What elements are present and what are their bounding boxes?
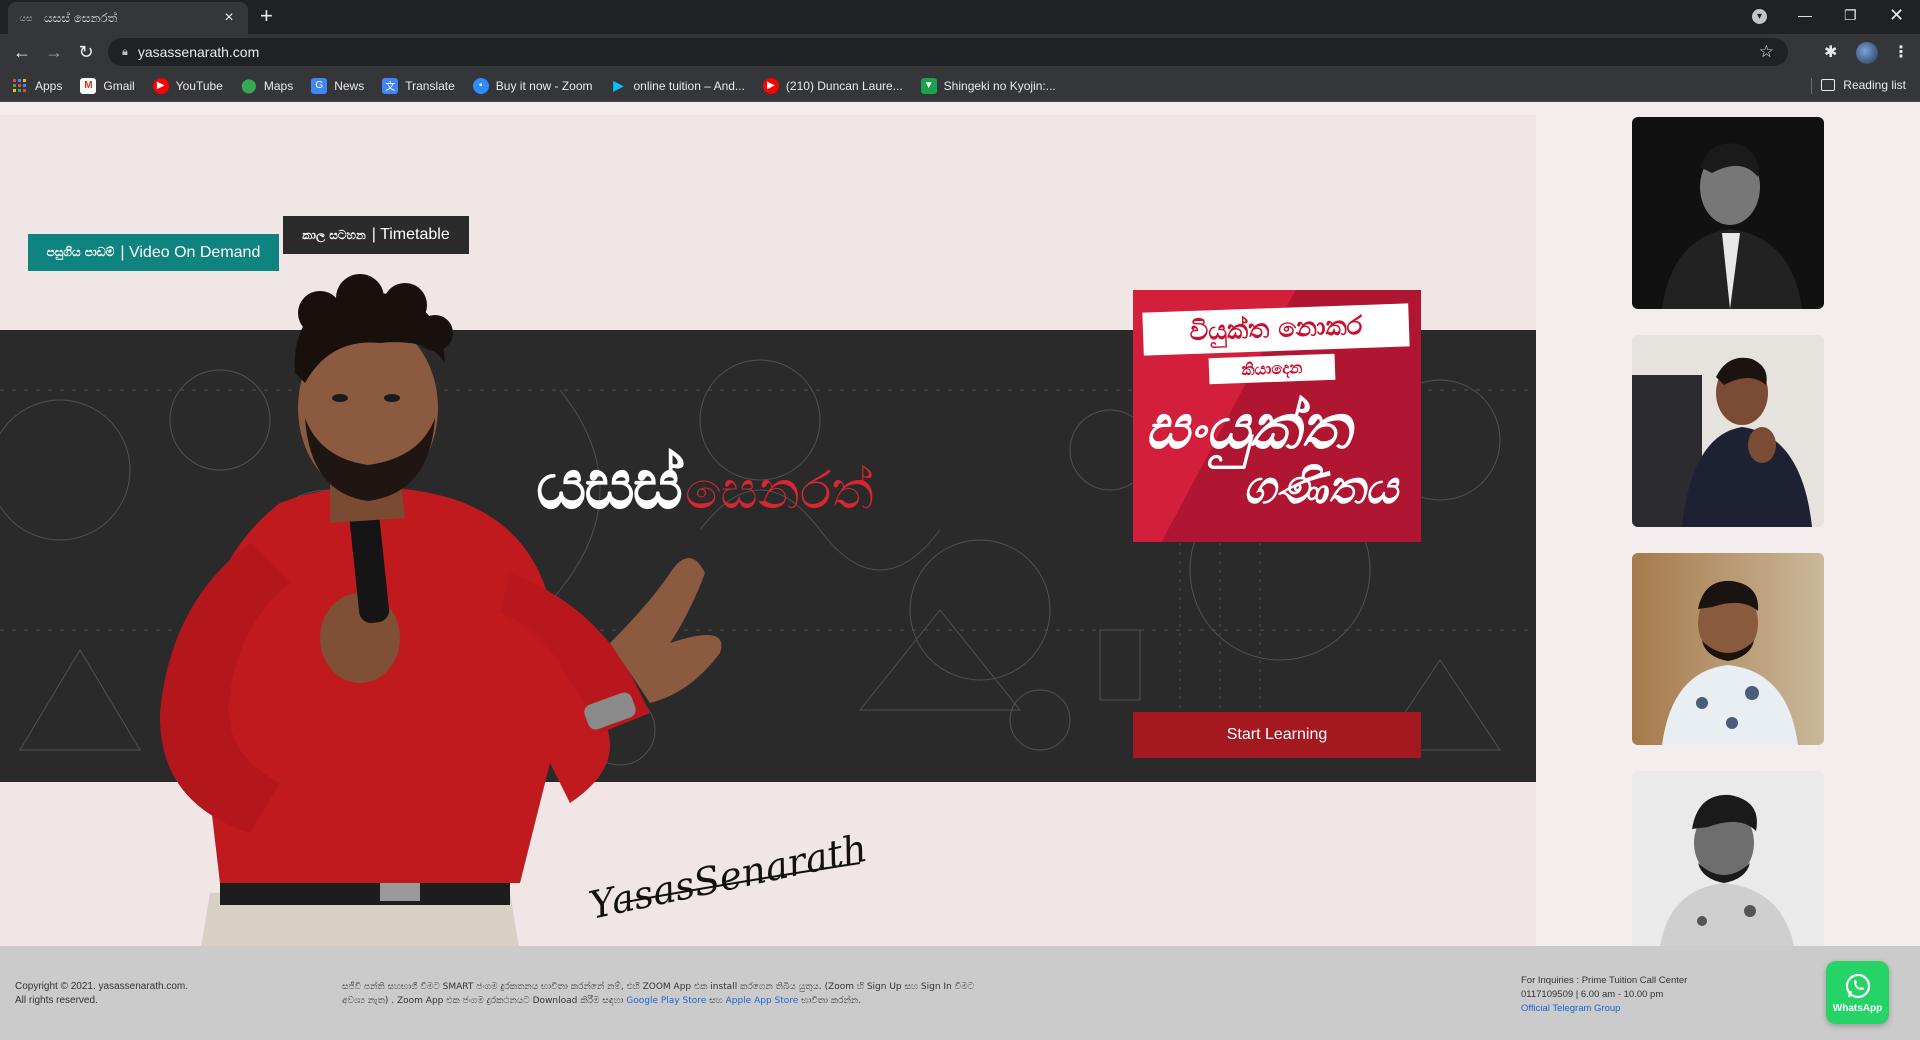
whatsapp-label: WhatsApp (1832, 1002, 1883, 1014)
reload-icon[interactable]: ↻ (74, 40, 98, 64)
google-translate-icon: 文 (382, 77, 399, 94)
google-play-store-link[interactable]: Google Play Store (626, 996, 706, 1006)
profile-avatar[interactable] (1856, 42, 1878, 64)
promo-banner: වියුක්ත නොකර කියාදෙන සංයුක්ත ගණිතය (1133, 290, 1421, 542)
forward-arrow-icon[interactable]: → (42, 40, 66, 64)
anime-site-icon: ▼ (920, 77, 937, 94)
bookmark-youtube[interactable]: ▶ YouTube (152, 77, 223, 94)
back-arrow-icon[interactable]: ← (10, 40, 34, 64)
close-tab-icon[interactable]: × (220, 9, 238, 27)
bookmark-shingeki[interactable]: ▼ Shingeki no Kyojin:... (920, 77, 1056, 94)
apps-grid-icon (12, 78, 28, 94)
whatsapp-button[interactable]: WhatsApp (1826, 961, 1889, 1024)
signature-image: YasasSenarath (585, 826, 871, 923)
apple-app-store-link[interactable]: Apple App Store (726, 996, 799, 1006)
new-tab-button[interactable]: + (260, 5, 273, 27)
site-favicon-icon: යස (19, 12, 33, 23)
side-photo-3 (1632, 553, 1824, 745)
bookmark-online-tuition[interactable]: ▶ online tuition – And... (611, 77, 745, 94)
bookmark-apps[interactable]: Apps (12, 78, 62, 94)
extensions-puzzle-icon[interactable]: ✱ (1824, 42, 1837, 62)
bookmark-gmail[interactable]: M Gmail (80, 77, 135, 94)
bookmark-translate[interactable]: 文 Translate (382, 77, 455, 94)
reading-list-label: Reading list (1843, 78, 1906, 92)
tab-search-icon[interactable]: ▾ (1752, 9, 1767, 24)
bookmark-label: Apps (35, 78, 63, 93)
bookmark-label: Translate (405, 78, 455, 93)
side-photo-2 (1632, 335, 1824, 527)
maps-pin-icon: ⬤ (241, 77, 257, 93)
lock-icon: 🔒︎ (122, 45, 128, 58)
youtube-icon: ▶ (152, 77, 169, 94)
start-learning-button[interactable]: Start Learning (1133, 712, 1421, 758)
tab-title: යසස් සෙනරත් (44, 10, 118, 25)
bookmark-label: Maps (263, 78, 294, 93)
bookmark-duncan[interactable]: ▶ (210) Duncan Laure... (762, 77, 903, 94)
reading-list-icon (1821, 79, 1836, 91)
bookmark-label: Buy it now - Zoom (495, 78, 593, 93)
inquiries-title: For Inquiries : Prime Tuition Call Cente… (1521, 975, 1688, 986)
note-text-2: සහ (709, 996, 723, 1006)
footer-inquiries: For Inquiries : Prime Tuition Call Cente… (1521, 974, 1687, 1016)
side-photo-1 (1632, 117, 1824, 309)
browser-menu-icon[interactable]: ⋮ (1893, 42, 1909, 62)
youtube-icon: ▶ (762, 77, 779, 94)
bookmark-label: online tuition – And... (633, 78, 745, 93)
bookmark-star-icon[interactable]: ☆ (1759, 42, 1774, 62)
minimize-window-icon[interactable]: — (1798, 0, 1812, 30)
promo-line-2: කියාදෙන (1208, 353, 1336, 385)
side-photo-4 (1632, 771, 1824, 946)
promo-line-4: ගණිතය (1243, 460, 1398, 514)
address-bar[interactable]: 🔒︎ yasassenarath.com ☆ (108, 38, 1788, 66)
copyright-line-2: All rights reserved. (15, 995, 98, 1006)
reading-list-button[interactable]: Reading list (1821, 78, 1906, 92)
copyright-line-1: Copyright © 2021. yasassenarath.com. (15, 981, 189, 992)
bookmarks-divider (1811, 78, 1812, 94)
inquiries-phone: 0117109509 | 6.00 am - 10.00 pm (1521, 989, 1664, 1000)
telegram-group-link[interactable]: Official Telegram Group (1521, 1002, 1687, 1016)
google-play-icon: ▶ (613, 77, 624, 93)
browser-tab-active[interactable]: යස යසස් සෙනරත් × (8, 2, 248, 34)
timetable-sinhala-label: කාල සටහන (302, 227, 366, 242)
bookmark-zoom[interactable]: ▪ Buy it now - Zoom (472, 77, 593, 94)
zoom-icon: ▪ (472, 77, 489, 94)
bookmark-label: YouTube (175, 78, 223, 93)
bookmark-label: (210) Duncan Laure... (785, 78, 903, 93)
bookmark-label: News (334, 78, 365, 93)
restore-window-icon[interactable]: ❐ (1844, 0, 1857, 30)
close-window-icon[interactable]: ✕ (1889, 0, 1904, 30)
brand-last-name: සෙනරත් (685, 461, 874, 521)
footer-copyright: Copyright © 2021. yasassenarath.com. All… (15, 980, 235, 1008)
browser-toolbar: ← → ↻ 🔒︎ yasassenarath.com ☆ ✱ ⋮ (0, 34, 1920, 70)
note-text-3: භාවිතා කරන්න. (801, 996, 862, 1006)
whatsapp-icon (1845, 973, 1870, 998)
brand-first-name: යසස් (536, 443, 683, 525)
promo-line-3: සංයුක්ත (1145, 390, 1351, 463)
browser-tab-strip: යස යසස් සෙනරත් × + ▾ — ❐ ✕ (0, 0, 1920, 34)
vod-sinhala-label: පසුගිය පාඩම් (46, 245, 115, 259)
bookmark-label: Gmail (103, 78, 135, 93)
google-news-icon: G (311, 77, 328, 94)
gmail-icon: M (80, 77, 97, 94)
bookmark-news[interactable]: G News (311, 77, 365, 94)
bookmarks-bar: Apps M Gmail ▶ YouTube ⬤ Maps G News 文 T… (0, 70, 1920, 102)
signature-text: YasasSenarath (585, 826, 871, 923)
bookmark-label: Shingeki no Kyojin:... (943, 78, 1056, 93)
timetable-english-label: | Timetable (371, 226, 450, 243)
address-url: yasassenarath.com (137, 44, 260, 60)
site-footer: Copyright © 2021. yasassenarath.com. All… (0, 946, 1920, 1040)
web-page: පසුගිය පාඩම් | Video On Demand කාල සටහන … (0, 103, 1920, 946)
bookmark-maps[interactable]: ⬤ Maps (241, 77, 294, 94)
brand-name-logo: යසස් සෙනරත් (536, 443, 874, 526)
footer-zoom-note: සජීවී පන්ති සහභාගී වීමට SMART ජංගම දුරකත… (342, 980, 982, 1008)
